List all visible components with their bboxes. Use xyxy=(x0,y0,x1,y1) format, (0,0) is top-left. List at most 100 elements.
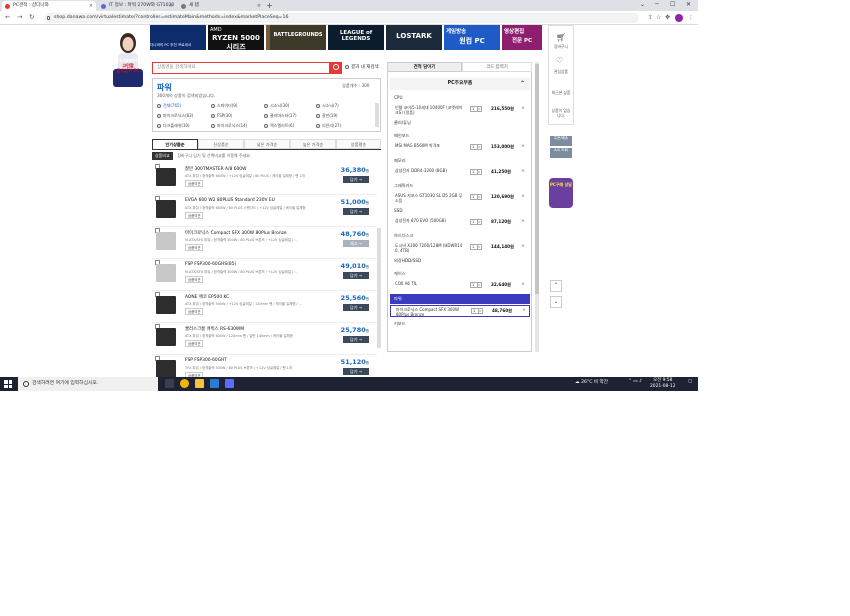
part-section-header[interactable]: 파워 xyxy=(390,294,530,304)
new-tab-button[interactable]: + xyxy=(266,1,273,10)
chevron-up-icon[interactable]: ⌃ xyxy=(520,78,525,90)
add-to-estimate-button[interactable]: 담기 → xyxy=(343,272,369,279)
product-row[interactable]: FSP FSP300-60GHS(85) M-ATX/SFX 파워 / 정격출력 … xyxy=(152,258,377,291)
add-to-estimate-button[interactable]: 담기 → xyxy=(343,304,369,311)
part-item[interactable]: MSI MAG B560M 박격포 1 ⇕ 153,000원 × xyxy=(390,142,530,154)
add-to-estimate-button[interactable]: 담기 → xyxy=(343,208,369,215)
part-section-header[interactable]: 외장HDD/SSD xyxy=(390,256,530,266)
product-image[interactable] xyxy=(156,360,176,378)
remove-item-icon[interactable]: × xyxy=(521,282,525,287)
product-review-link[interactable]: 상품의견 xyxy=(185,308,204,315)
edge-icon[interactable] xyxy=(210,379,219,388)
product-name[interactable]: EVGA 600 W2 80PLUS Standard 230V EU xyxy=(185,198,275,203)
close-tab-icon[interactable]: × xyxy=(89,1,93,11)
part-section-header[interactable]: 쿨러/튜닝 xyxy=(390,118,530,128)
tab-search-icon[interactable]: ⌄ xyxy=(640,1,645,8)
part-item[interactable]: ASUS 지포스 GT1030 SL D5 2GB 무소음 1 ⇕ 120,690원 × xyxy=(390,192,530,204)
banner-3[interactable]: BATTLEGROUNDS xyxy=(270,25,326,50)
filter-option[interactable]: 마이크로닉스(83) xyxy=(157,113,193,119)
stepper-arrows-icon[interactable]: ⇕ xyxy=(477,245,481,250)
extensions-icon[interactable]: ✥ xyxy=(665,14,670,21)
part-section-header[interactable]: 그래픽카드 xyxy=(390,181,530,191)
sort-tab-high-price[interactable]: 높은 가격순 xyxy=(290,139,336,149)
part-section-header[interactable]: 케이스 xyxy=(390,269,530,279)
filter-option[interactable]: 맥스엘리트(6) xyxy=(264,123,294,129)
forward-icon[interactable]: → xyxy=(17,13,22,21)
product-image[interactable] xyxy=(156,168,176,186)
add-to-estimate-button[interactable]: 재고 → xyxy=(343,240,369,247)
product-review-link[interactable]: 상품의견 xyxy=(185,276,204,283)
close-tab-icon[interactable]: × xyxy=(257,1,261,11)
part-section-header[interactable]: CPU xyxy=(390,93,530,103)
remove-item-icon[interactable]: × xyxy=(521,194,525,199)
quantity-stepper[interactable]: 1 ⇕ xyxy=(470,169,482,175)
task-view-icon[interactable] xyxy=(165,379,174,388)
app-icon[interactable] xyxy=(225,379,234,388)
filter-option[interactable]: 리안리(27) xyxy=(316,123,341,129)
filter-option[interactable]: 시소닉(30) xyxy=(264,103,289,109)
product-name[interactable]: 마이크로닉스 Compact SFX 300W 80Plus Bronze xyxy=(185,230,287,236)
weather-widget[interactable]: ☁ 26°C 비 약간 xyxy=(575,379,608,385)
product-name[interactable]: 쿨러스크롬 큐빅스 RS-630WM xyxy=(185,326,244,332)
remove-item-icon[interactable]: × xyxy=(522,308,526,313)
product-row[interactable]: 쿨러스크롬 큐빅스 RS-630WM ATX 파워 / 정격출력 630W / 1… xyxy=(152,322,377,355)
pc-consult-badge[interactable]: PC구매 상담 xyxy=(549,178,573,208)
part-item[interactable]: 인텔 코어i5-10세대 10400F (코멧레이크S) (정품) 1 ⇕ 216,5… xyxy=(390,104,530,116)
browser-tab-0[interactable]: PC견적 : 샵다나와 × xyxy=(2,1,96,11)
banner-1[interactable]: AMD RYZEN 5000 시리즈 xyxy=(208,25,264,50)
bookmark-star-icon[interactable]: ☆ xyxy=(656,14,661,21)
wishlist-label[interactable]: 관심상품 xyxy=(548,69,574,74)
minimize-icon[interactable]: ─ xyxy=(655,1,659,8)
estimate-scrollbar-thumb[interactable] xyxy=(535,64,539,294)
banner-4[interactable]: LEAGUE of LEGENDS xyxy=(328,25,384,50)
sort-tab-new[interactable]: 신상품순 xyxy=(198,139,244,149)
taskbar-search-input[interactable]: 검색하려면 여기에 입력하십시오. xyxy=(18,377,158,391)
product-image[interactable] xyxy=(156,264,176,282)
banner-7[interactable]: 영상편집 전문 PC xyxy=(502,25,542,50)
product-name[interactable]: FSP FSP300-60GHS(85) xyxy=(185,262,236,267)
add-to-estimate-button[interactable]: 담기 → xyxy=(343,368,369,375)
cart-label[interactable]: 장바구니 xyxy=(548,44,574,49)
product-list-scrollbar[interactable] xyxy=(377,228,381,348)
quantity-stepper[interactable]: 1 ⇕ xyxy=(470,194,482,200)
product-search-input[interactable]: 상품명을 검색하세요. xyxy=(152,62,330,74)
part-section-header[interactable]: 키보드 xyxy=(390,319,530,329)
product-review-link[interactable]: 상품의견 xyxy=(185,340,204,347)
part-item-name[interactable]: 삼성전자 DDR4-3200 (8GB) xyxy=(395,168,463,173)
browser-tab-1[interactable]: IT 정보 : 파워 270W와 GT1030 × xyxy=(98,1,176,11)
product-row[interactable]: 잘만 300TMASTER A/8 600W ATX 파워 / 정격출력 600W… xyxy=(152,162,377,195)
part-item[interactable]: 마이크로닉스 Compact SFX 300W 80Plus Bronze 1 ⇕ 4… xyxy=(390,305,530,317)
product-name[interactable]: FSP FSP300-60GHT xyxy=(185,358,227,363)
filter-scrollbar[interactable] xyxy=(375,103,379,127)
stepper-arrows-icon[interactable]: ⇕ xyxy=(477,145,481,150)
part-section-header[interactable]: 메모리 xyxy=(390,156,530,166)
filter-option[interactable]: 다크플래쉬(30) xyxy=(157,123,190,129)
profile-avatar[interactable] xyxy=(675,14,683,22)
filter-option[interactable]: 전체(765) xyxy=(157,103,181,109)
cart-icon[interactable]: 🛒︎ xyxy=(556,33,566,42)
compare-button[interactable]: 상품비교 xyxy=(152,152,173,160)
part-item[interactable]: 삼성전자 870 EVO (500GB) 1 ⇕ 87,120원 × xyxy=(390,217,530,229)
chrome-taskbar-icon[interactable] xyxy=(180,379,189,388)
close-window-icon[interactable]: ✕ xyxy=(686,1,691,8)
maximize-icon[interactable]: ☐ xyxy=(670,1,675,8)
refine-search-checkbox[interactable]: 결과 내 재검색 xyxy=(345,64,379,70)
parts-header[interactable]: PC주요부품 ⌃ xyxy=(390,78,530,90)
recent-label[interactable]: 최근본 상품 xyxy=(548,90,574,95)
filter-option[interactable]: 잘만(19) xyxy=(316,113,338,119)
part-item[interactable]: 도시바 X300 7200/128M (HDWR14 0, 4TB) 1 ⇕ 144,… xyxy=(390,242,530,254)
remove-item-icon[interactable]: × xyxy=(521,219,525,224)
stepper-arrows-icon[interactable]: ⇕ xyxy=(477,283,481,288)
product-image[interactable] xyxy=(156,328,176,346)
back-icon[interactable]: ← xyxy=(5,13,10,21)
banner-6[interactable]: 게임방송 원컴 PC xyxy=(444,25,500,50)
clock[interactable]: 오전 9:58 2021-08-12 xyxy=(650,378,676,389)
filter-option[interactable]: 마이크로닉스(14) xyxy=(211,123,247,129)
close-tab-icon[interactable]: × xyxy=(169,1,173,11)
part-item[interactable]: 삼성전자 DDR4-3200 (8GB) 1 ⇕ 41,250원 × xyxy=(390,167,530,179)
part-item-name[interactable]: MSI MAG B560M 박격포 xyxy=(395,143,463,148)
product-image[interactable] xyxy=(156,232,176,250)
product-row[interactable]: AONE 에코 EP500 KC ATX 파워 / 정격출력 500W / +12… xyxy=(152,290,377,323)
product-name[interactable]: AONE 에코 EP500 KC xyxy=(185,294,229,300)
part-item-name[interactable]: 삼성전자 870 EVO (500GB) xyxy=(395,218,463,223)
